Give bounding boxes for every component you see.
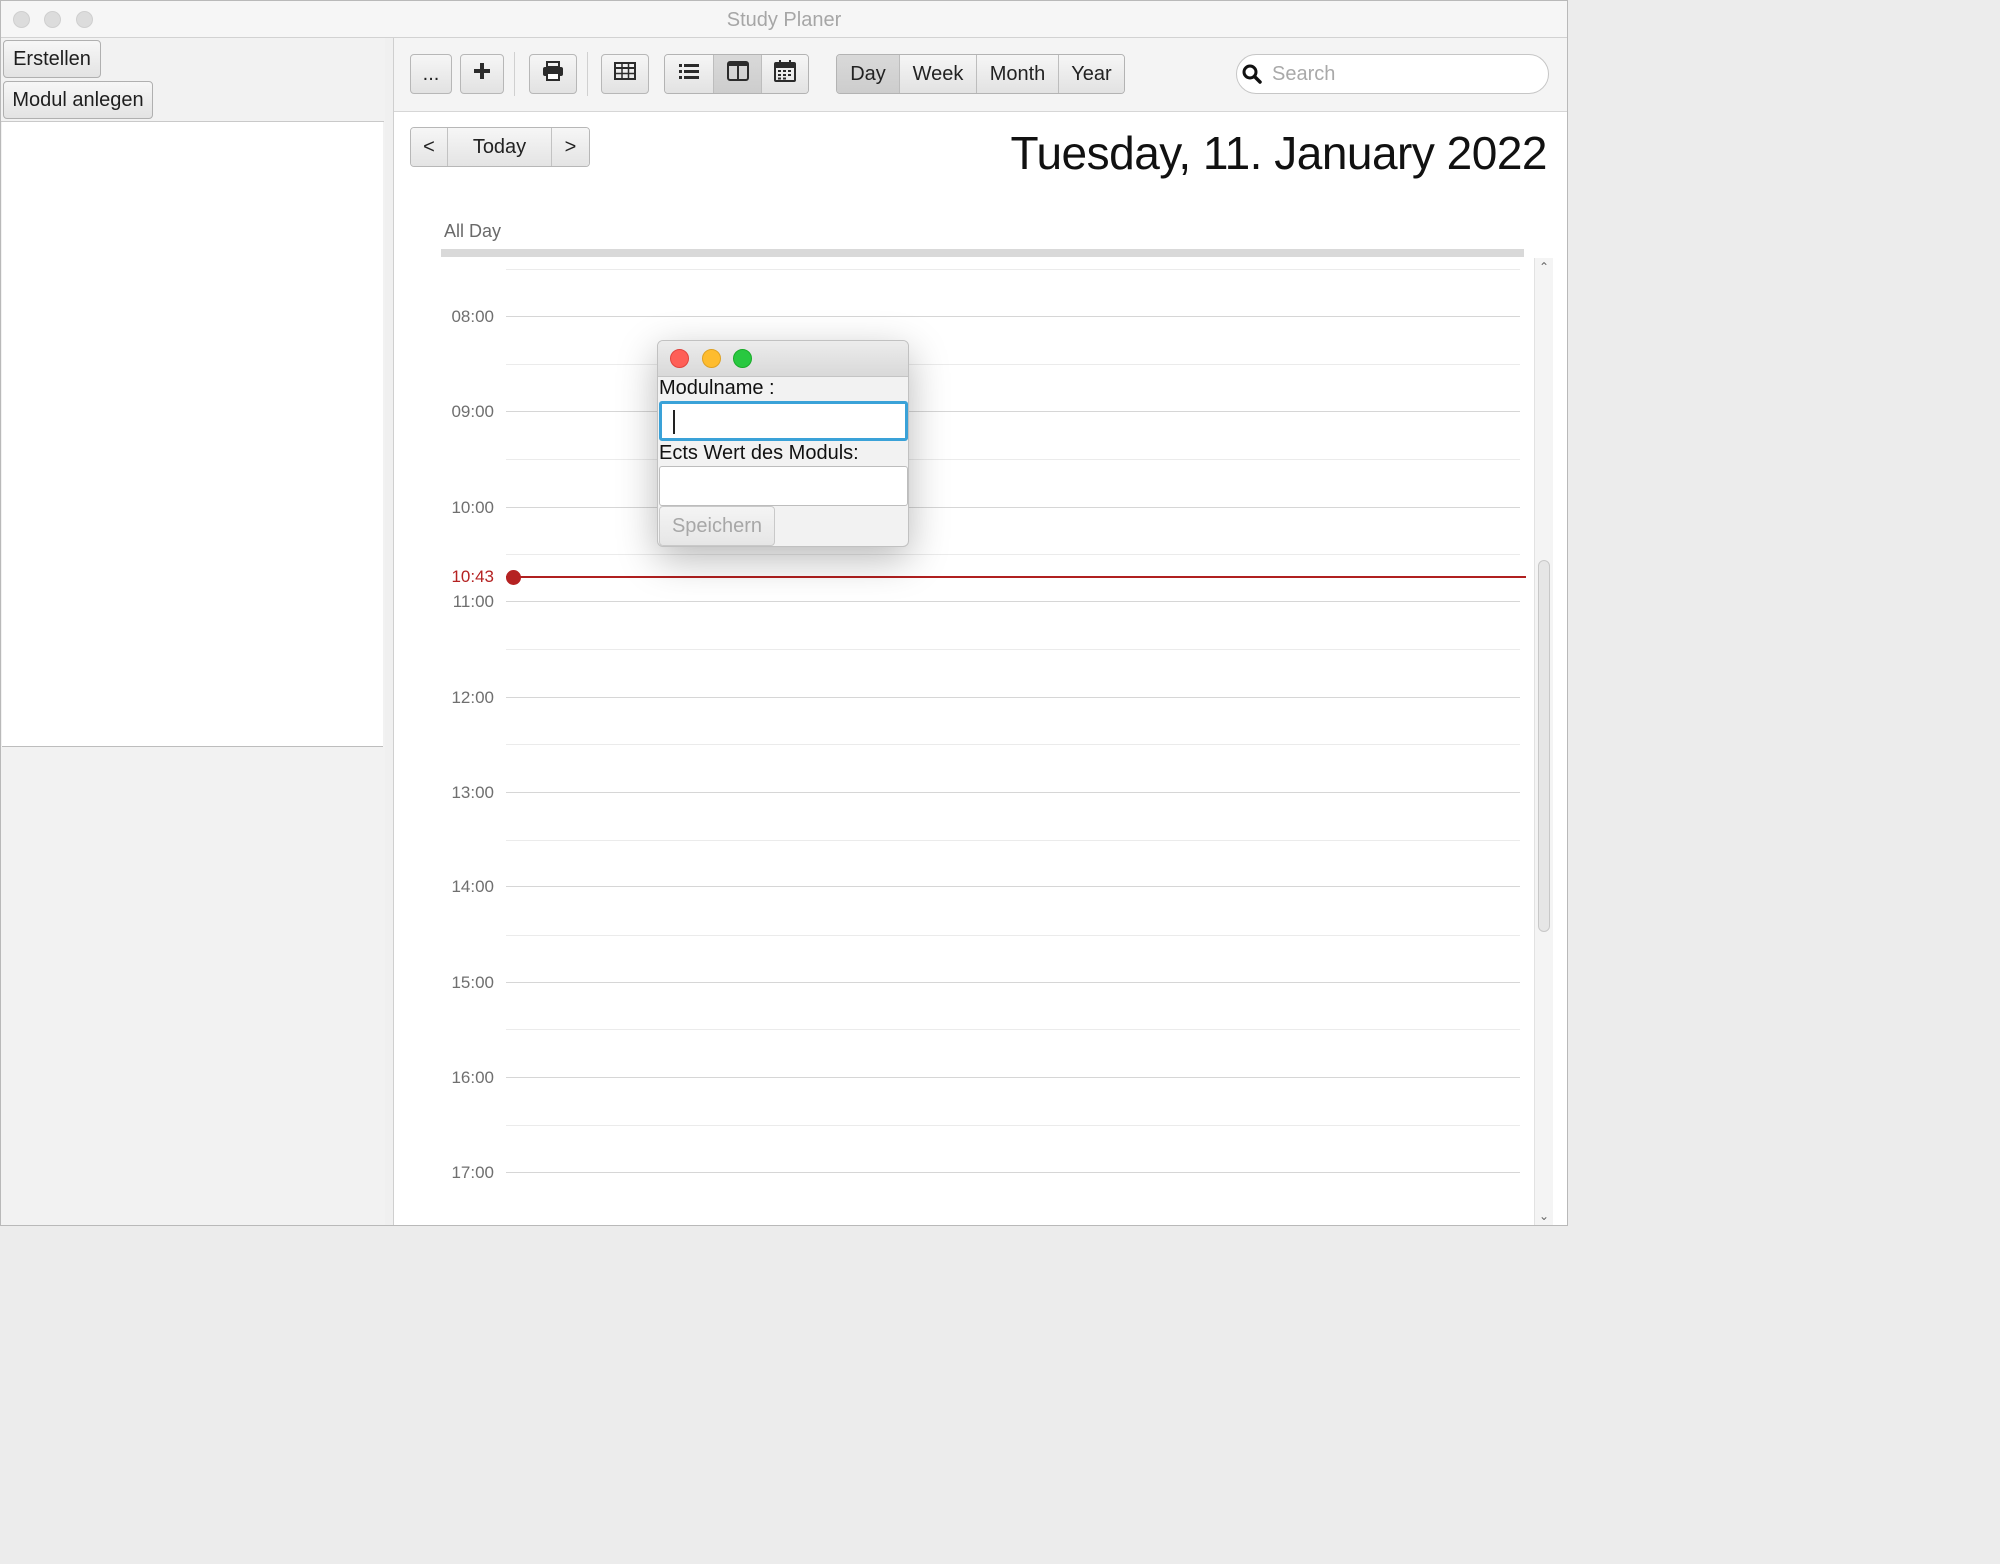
create-button[interactable]: Erstellen <box>3 40 101 78</box>
module-name-label: Modulname : <box>659 377 775 399</box>
dialog-titlebar <box>658 341 908 377</box>
next-button[interactable]: > <box>552 128 589 166</box>
more-button[interactable]: ... <box>410 54 452 94</box>
calendar-pane: ... Day Week Month Year Search < Today >… <box>394 38 1567 1225</box>
previous-button[interactable]: < <box>411 128 448 166</box>
column-view-button[interactable] <box>714 55 762 93</box>
current-time-label: 10:43 <box>451 567 494 586</box>
window-title: Study Planer <box>726 9 842 31</box>
table-view-button[interactable] <box>601 54 649 94</box>
sidebar-header: Erstellen Modul anlegen <box>1 38 384 122</box>
columns-icon <box>726 61 749 87</box>
hour-label: 10:00 <box>451 498 494 517</box>
range-tabs: Day Week Month Year <box>836 54 1125 94</box>
grid-line <box>506 792 1520 793</box>
grid-line <box>506 1125 1520 1126</box>
printer-icon <box>542 61 564 87</box>
date-title: Tuesday, 11. January 2022 <box>1010 127 1548 179</box>
hour-label: 12:00 <box>451 688 494 707</box>
list-icon <box>678 62 700 86</box>
module-name-field[interactable] <box>659 401 908 441</box>
grid-line <box>506 269 1520 270</box>
layout-view-group <box>664 54 809 94</box>
save-button[interactable]: Speichern <box>659 506 775 546</box>
tab-week[interactable]: Week <box>900 55 977 93</box>
hour-label: 16:00 <box>451 1068 494 1087</box>
today-button[interactable]: Today <box>448 128 552 166</box>
window-titlebar: Study Planer <box>1 1 1567 38</box>
search-input[interactable] <box>1270 61 1534 87</box>
dialog-minimize-button[interactable] <box>702 349 721 368</box>
scrollbar-thumb[interactable] <box>1538 560 1550 932</box>
timeline-scrollbar[interactable]: ⌃ ⌄ <box>1534 258 1553 1225</box>
plus-icon <box>473 62 491 86</box>
toolbar-separator <box>514 52 515 96</box>
search-field[interactable] <box>1236 54 1549 94</box>
search-icon <box>1242 64 1262 84</box>
current-time-line <box>506 576 1526 578</box>
tab-day[interactable]: Day <box>837 55 900 93</box>
hour-label: 08:00 <box>451 307 494 326</box>
text-caret <box>673 410 675 434</box>
grid-line <box>506 886 1520 887</box>
hour-label: 09:00 <box>451 402 494 421</box>
dialog-close-button[interactable] <box>670 349 689 368</box>
grid-line <box>506 840 1520 841</box>
sidebar: Erstellen Modul anlegen <box>1 38 386 1225</box>
table-icon <box>614 62 636 86</box>
grid-line <box>506 1077 1520 1078</box>
grid-line <box>506 316 1520 317</box>
module-list[interactable] <box>2 122 383 747</box>
ects-label: Ects Wert des Moduls: <box>659 442 859 464</box>
add-entry-button[interactable] <box>460 54 504 94</box>
grid-line <box>506 649 1520 650</box>
split-pane-divider[interactable] <box>385 38 394 1225</box>
grid-line <box>506 697 1520 698</box>
date-navigation: < Today > <box>410 127 590 167</box>
tab-year[interactable]: Year <box>1059 55 1124 93</box>
grid-line <box>506 744 1520 745</box>
grid-line <box>506 1029 1520 1030</box>
hour-label: 17:00 <box>451 1163 494 1182</box>
tab-month[interactable]: Month <box>977 55 1059 93</box>
hour-label: 11:00 <box>452 592 494 611</box>
scroll-down-icon[interactable]: ⌄ <box>1535 1209 1553 1223</box>
add-module-dialog: Modulname : Ects Wert des Moduls: Speich… <box>657 340 909 547</box>
add-module-button[interactable]: Modul anlegen <box>3 81 153 119</box>
grid-line <box>506 982 1520 983</box>
grid-line <box>506 935 1520 936</box>
app-window: Study Planer Erstellen Modul anlegen ... <box>0 0 1568 1226</box>
toolbar-separator <box>587 52 588 96</box>
day-timeline[interactable]: 08:00 09:00 10:00 10:43 11:00 12:00 13:0… <box>394 258 1567 1225</box>
grid-line <box>506 1172 1520 1173</box>
list-view-button[interactable] <box>665 55 714 93</box>
dialog-maximize-button[interactable] <box>733 349 752 368</box>
ects-field[interactable] <box>659 466 908 506</box>
current-time-dot <box>506 570 521 585</box>
calendar-toolbar: ... Day Week Month Year Search <box>394 38 1567 112</box>
grid-line <box>506 601 1520 602</box>
grid-line <box>506 554 1520 555</box>
hour-label: 15:00 <box>451 973 494 992</box>
all-day-label: All Day <box>444 221 502 241</box>
scroll-up-icon[interactable]: ⌃ <box>1535 260 1553 274</box>
calendar-icon <box>774 60 796 88</box>
hour-label: 14:00 <box>451 877 494 896</box>
print-button[interactable] <box>529 54 577 94</box>
all-day-area[interactable] <box>441 249 1524 257</box>
hour-label: 13:00 <box>451 783 494 802</box>
calendar-view-button[interactable] <box>762 55 808 93</box>
